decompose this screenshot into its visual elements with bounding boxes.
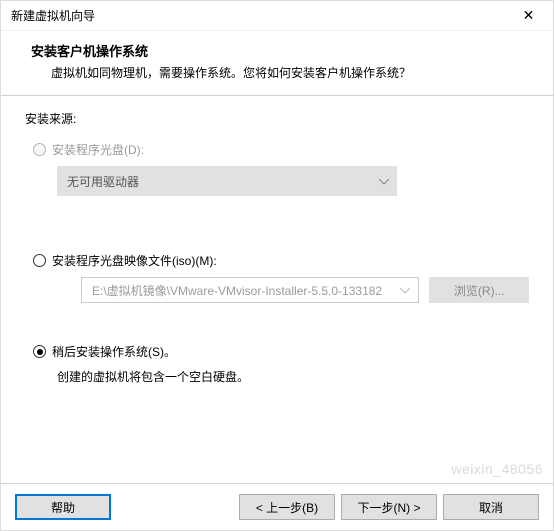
iso-path-value: E:\虚拟机镜像\VMware-VMvisor-Installer-5.5.0-… <box>92 282 382 299</box>
source-label: 安装来源: <box>25 110 529 127</box>
browse-button: 浏览(R)... <box>429 277 529 303</box>
titlebar: 新建虚拟机向导 ✕ <box>1 1 553 31</box>
radio-option-disc: 安装程序光盘(D): <box>33 141 529 158</box>
close-button[interactable]: ✕ <box>506 1 551 31</box>
page-title: 安装客户机操作系统 <box>31 41 533 60</box>
cancel-button-label: 取消 <box>479 499 503 516</box>
window-title: 新建虚拟机向导 <box>11 7 506 24</box>
disc-drive-dropdown: 无可用驱动器 <box>57 166 397 196</box>
iso-path-dropdown: E:\虚拟机镜像\VMware-VMvisor-Installer-5.5.0-… <box>81 277 419 303</box>
cancel-button[interactable]: 取消 <box>443 494 539 520</box>
watermark-text: weixin_48056 <box>451 461 543 477</box>
radio-disc-label: 安装程序光盘(D): <box>52 141 144 158</box>
next-button-label: 下一步(N) > <box>357 499 420 516</box>
close-icon: ✕ <box>523 7 535 24</box>
radio-icon <box>33 143 46 156</box>
back-button[interactable]: < 上一步(B) <box>239 494 335 520</box>
radio-icon <box>33 254 46 267</box>
iso-path-row: E:\虚拟机镜像\VMware-VMvisor-Installer-5.5.0-… <box>57 277 529 303</box>
content-area: 安装来源: 安装程序光盘(D): 无可用驱动器 安装程序光盘映像文件(iso)(… <box>1 96 553 483</box>
help-button[interactable]: 帮助 <box>15 494 111 520</box>
radio-option-later[interactable]: 稍后安装操作系统(S)。 <box>33 343 529 360</box>
chevron-down-icon <box>379 174 389 188</box>
radio-iso-label: 安装程序光盘映像文件(iso)(M): <box>52 252 217 269</box>
radio-option-iso[interactable]: 安装程序光盘映像文件(iso)(M): <box>33 252 529 269</box>
install-source-group: 安装程序光盘(D): 无可用驱动器 安装程序光盘映像文件(iso)(M): E:… <box>33 141 529 385</box>
wizard-window: 新建虚拟机向导 ✕ 安装客户机操作系统 虚拟机如同物理机，需要操作系统。您将如何… <box>0 0 554 531</box>
chevron-down-icon <box>400 283 410 297</box>
radio-icon <box>33 345 46 358</box>
page-subtitle: 虚拟机如同物理机，需要操作系统。您将如何安装客户机操作系统？ <box>31 64 533 81</box>
footer: 帮助 < 上一步(B) 下一步(N) > 取消 <box>1 483 553 530</box>
radio-later-label: 稍后安装操作系统(S)。 <box>52 343 176 360</box>
wizard-header: 安装客户机操作系统 虚拟机如同物理机，需要操作系统。您将如何安装客户机操作系统？ <box>1 31 553 95</box>
next-button[interactable]: 下一步(N) > <box>341 494 437 520</box>
help-button-label: 帮助 <box>51 499 75 516</box>
back-button-label: < 上一步(B) <box>256 499 318 516</box>
later-note: 创建的虚拟机将包含一个空白硬盘。 <box>57 368 529 385</box>
browse-button-label: 浏览(R)... <box>454 282 505 299</box>
disc-drive-value: 无可用驱动器 <box>67 173 139 190</box>
